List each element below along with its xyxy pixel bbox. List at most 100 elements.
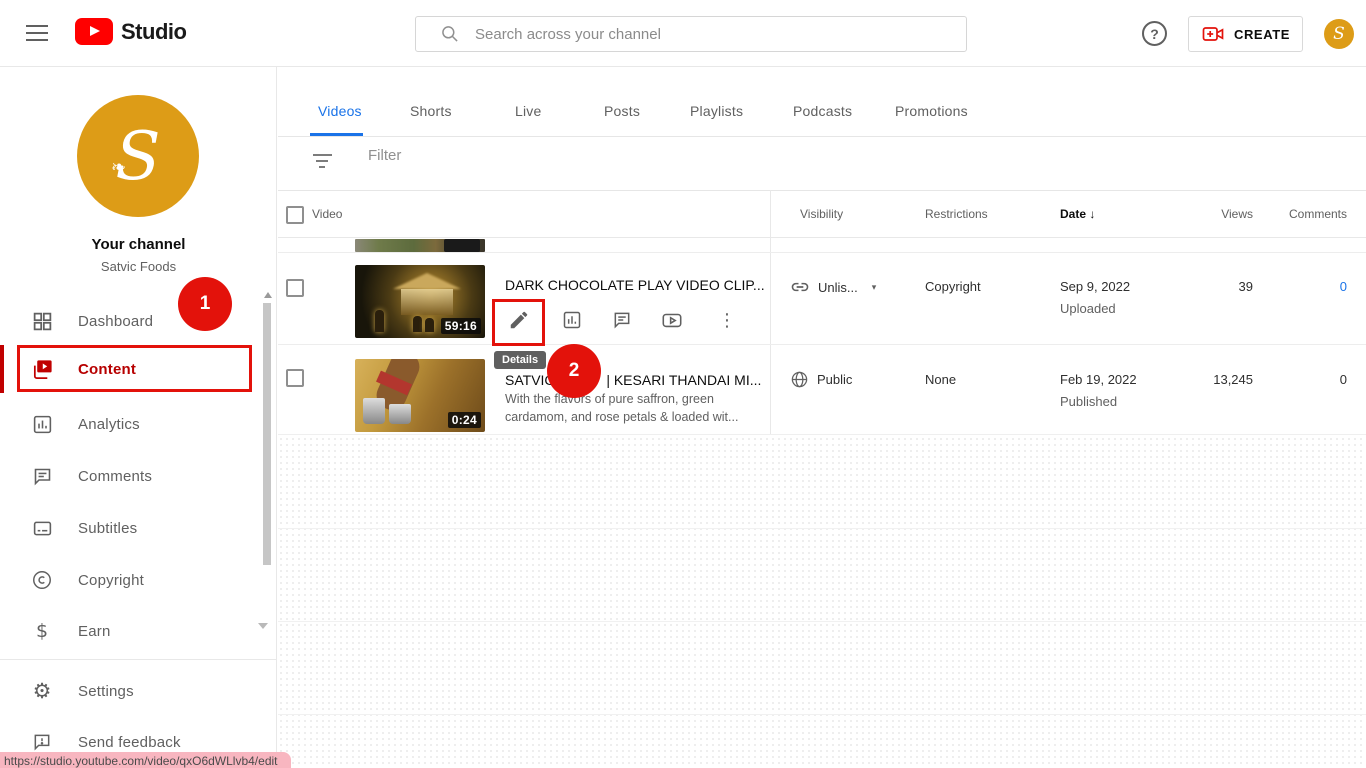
sidebar-item-comments[interactable]: Comments — [0, 452, 260, 500]
create-button[interactable]: CREATE — [1188, 16, 1303, 52]
table-header: Video Visibility Restrictions Date ↓ Vie… — [278, 190, 1366, 238]
tab-promotions[interactable]: Promotions — [895, 103, 968, 119]
channel-avatar-letter: S — [115, 117, 161, 195]
table-row: 59:16 DARK CHOCOLATE PLAY VIDEO CLIP... — [278, 253, 1366, 345]
help-glyph: ? — [1150, 25, 1159, 42]
visibility-value: Unlis... — [818, 279, 858, 295]
sidebar-item-label: Analytics — [78, 415, 140, 433]
feedback-icon — [30, 730, 54, 754]
filter-label: Filter — [368, 147, 402, 164]
your-channel-label: Your channel — [91, 236, 186, 253]
video-title-right: | KESARI THANDAI MI... — [606, 372, 762, 388]
comments-action-icon[interactable] — [609, 307, 635, 333]
video-title[interactable]: SATVIC | KESARI THANDAI MI... — [505, 372, 761, 388]
hamburger-menu-icon[interactable] — [26, 25, 48, 41]
analytics-action-icon[interactable] — [559, 307, 585, 333]
sidebar-item-analytics[interactable]: Analytics — [0, 400, 260, 448]
video-title[interactable]: DARK CHOCOLATE PLAY VIDEO CLIP... — [505, 277, 765, 293]
avatar-letter: S — [1333, 24, 1345, 44]
youtube-studio-logo[interactable]: Studio — [75, 18, 187, 45]
select-all-checkbox[interactable] — [286, 206, 304, 224]
sidebar: S ❧ Your channel Satvic Foods Dashboard — [0, 67, 277, 768]
sidebar-item-label: Copyright — [78, 571, 144, 589]
restrictions-cell: None — [925, 372, 957, 387]
date-header-label: Date — [1060, 207, 1087, 221]
channel-avatar[interactable]: S ❧ — [77, 95, 199, 217]
status-url-bar: https://studio.youtube.com/video/qxO6dWL… — [0, 752, 291, 768]
visibility-cell[interactable]: Unlis... ▾ — [790, 277, 876, 297]
tab-shorts[interactable]: Shorts — [410, 103, 452, 119]
video-checkbox[interactable] — [286, 279, 304, 297]
date-cell: Feb 19, 2022 — [1060, 372, 1137, 387]
sidebar-scrollbar[interactable] — [263, 303, 271, 565]
chevron-down-icon[interactable]: ▾ — [872, 282, 877, 293]
comments-cell[interactable]: 0 — [1340, 279, 1347, 294]
sidebar-scroll-down-arrow[interactable] — [258, 623, 268, 629]
video-thumbnail[interactable]: 59:16 — [355, 265, 485, 338]
content-icon — [30, 357, 54, 381]
comments-cell[interactable]: 0 — [1340, 372, 1347, 387]
video-description: With the flavors of pure saffron, green … — [505, 390, 738, 426]
channel-search[interactable] — [415, 16, 967, 52]
description-line: cardamom, and rose petals & loaded wit..… — [505, 410, 739, 424]
empty-row-placeholder — [278, 436, 1366, 529]
dashboard-icon — [30, 309, 54, 333]
visibility-cell[interactable]: Public — [790, 370, 852, 389]
sidebar-item-earn[interactable]: $ Earn — [0, 607, 260, 655]
sidebar-item-label: Settings — [78, 682, 134, 700]
tab-podcasts[interactable]: Podcasts — [793, 103, 852, 119]
sidebar-item-label: Earn — [78, 622, 111, 640]
gear-icon: ⚙ — [32, 679, 52, 703]
video-thumbnail[interactable]: 0:24 — [355, 359, 485, 432]
filter-bar[interactable]: Filter — [278, 137, 1366, 190]
account-avatar[interactable]: S — [1324, 19, 1354, 49]
details-tooltip: Details — [494, 351, 547, 369]
sidebar-item-settings[interactable]: ⚙ Settings — [0, 667, 260, 715]
duration-badge: 59:16 — [440, 318, 481, 334]
sort-descending-icon: ↓ — [1089, 207, 1096, 221]
empty-row-placeholder — [278, 529, 1366, 622]
more-options-icon[interactable]: ⋮ — [714, 307, 740, 333]
column-restrictions[interactable]: Restrictions — [925, 207, 988, 221]
annotation-step-2: 2 — [547, 344, 601, 398]
column-views[interactable]: Views — [1221, 207, 1253, 221]
help-icon[interactable]: ? — [1142, 21, 1167, 46]
sidebar-item-label: Dashboard — [78, 312, 154, 330]
column-date[interactable]: Date ↓ — [1060, 207, 1095, 221]
tab-posts[interactable]: Posts — [604, 103, 640, 119]
subtitles-icon — [30, 516, 54, 540]
sidebar-item-label: Subtitles — [78, 519, 138, 537]
date-status: Uploaded — [1060, 301, 1116, 316]
edit-details-icon[interactable] — [506, 307, 532, 333]
tab-videos[interactable]: Videos — [318, 103, 362, 119]
youtube-play-icon — [75, 18, 113, 45]
sidebar-item-label: Content — [78, 360, 137, 378]
sidebar-item-subtitles[interactable]: Subtitles — [0, 504, 260, 552]
partial-video-thumbnail[interactable] — [355, 239, 485, 252]
table-row: 0:24 SATVIC | KESARI THANDAI MI... With … — [278, 346, 1366, 435]
video-checkbox[interactable] — [286, 369, 304, 387]
top-bar: Studio ? CREATE S — [0, 0, 1366, 67]
sidebar-item-content[interactable]: Content — [0, 345, 260, 393]
create-label: CREATE — [1233, 26, 1291, 42]
description-line: With the flavors of pure saffron, green — [505, 392, 714, 406]
duration-badge — [444, 239, 480, 252]
sidebar-divider — [0, 659, 276, 660]
watch-on-youtube-icon[interactable] — [659, 307, 685, 333]
sidebar-item-copyright[interactable]: Copyright — [0, 556, 260, 604]
sidebar-item-label: Comments — [78, 467, 153, 485]
date-cell: Sep 9, 2022 — [1060, 279, 1131, 294]
content-page: Videos Shorts Live Posts Playlists Podca… — [278, 67, 1366, 768]
public-globe-icon — [791, 371, 808, 388]
date-status: Published — [1060, 394, 1118, 409]
search-input[interactable] — [475, 25, 966, 43]
column-video[interactable]: Video — [312, 207, 342, 221]
column-comments[interactable]: Comments — [1289, 207, 1347, 221]
views-cell: 39 — [1238, 279, 1253, 294]
sidebar-scroll-up-arrow[interactable] — [264, 292, 272, 298]
tab-playlists[interactable]: Playlists — [690, 103, 743, 119]
column-visibility[interactable]: Visibility — [800, 207, 843, 221]
earn-icon: $ — [35, 620, 49, 642]
empty-table-area — [278, 436, 1366, 768]
tab-live[interactable]: Live — [515, 103, 541, 119]
